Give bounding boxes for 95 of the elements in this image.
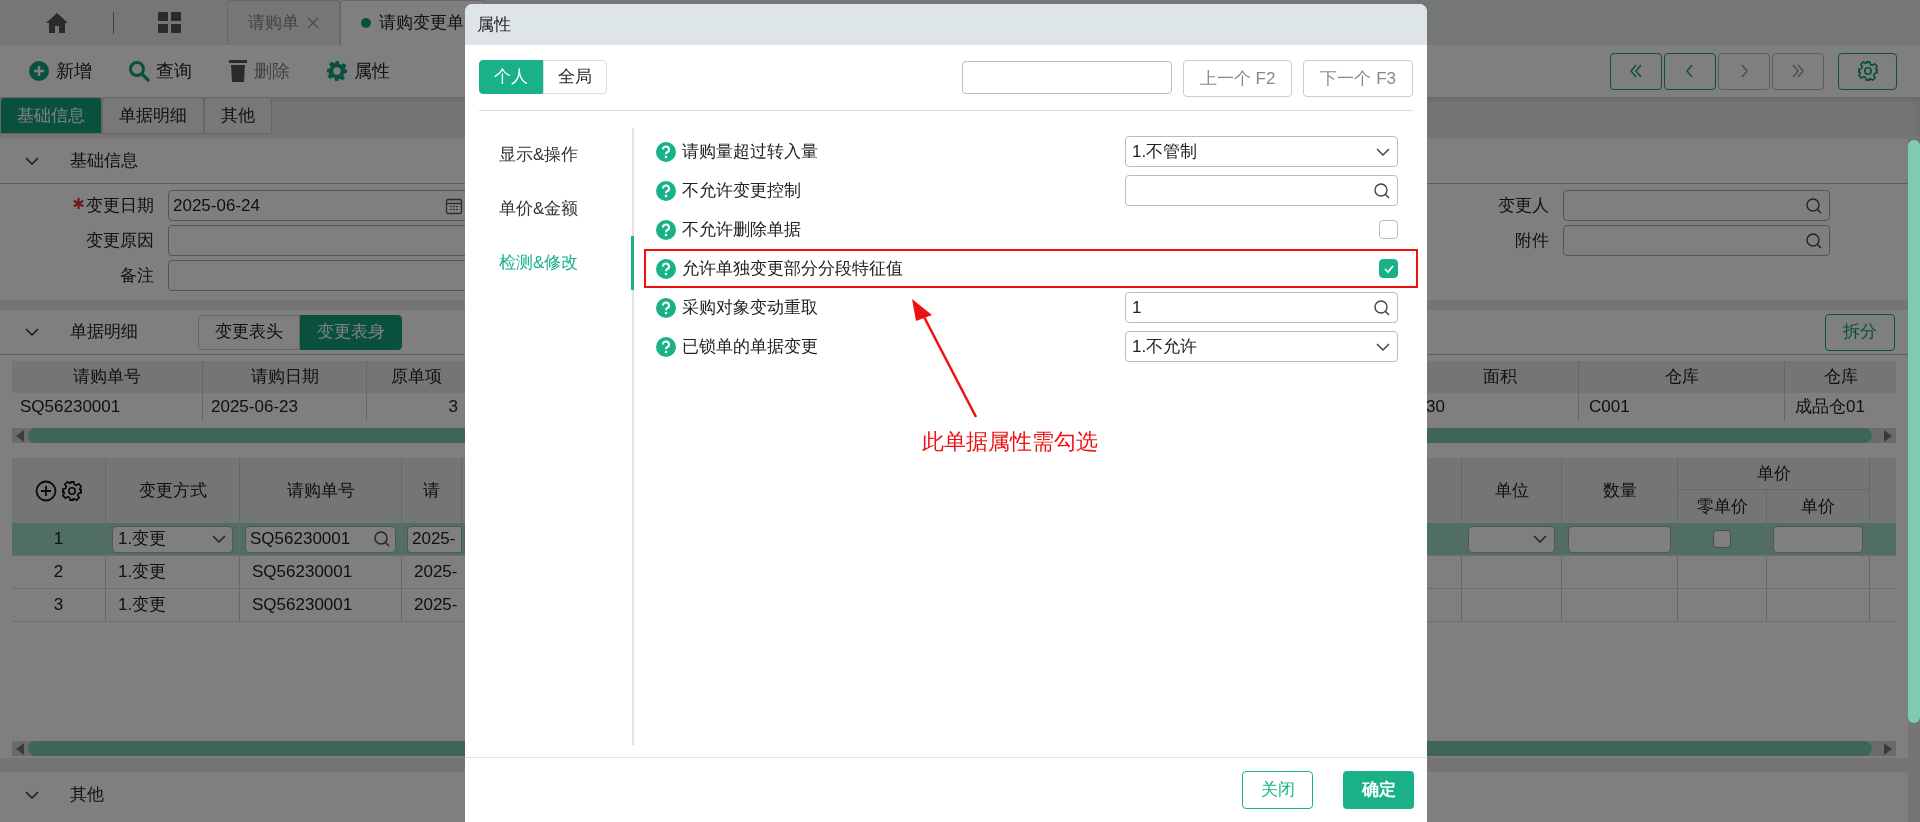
table-cell: 1.变更: [106, 589, 240, 621]
search-icon[interactable]: [1805, 231, 1823, 250]
annotation-text: 此单据属性需勾选: [922, 428, 1098, 456]
add-row-icon[interactable]: [34, 479, 57, 502]
help-icon[interactable]: [656, 258, 676, 279]
table-cell: SQ56230001: [12, 393, 203, 421]
chevron-icon: [1375, 341, 1391, 352]
field-label: 变更人: [1497, 194, 1550, 217]
help-icon[interactable]: [656, 141, 676, 162]
dropdown-field[interactable]: [1468, 525, 1555, 553]
dropdown-field[interactable]: 1.不管制: [1125, 136, 1398, 167]
checkbox[interactable]: [1713, 530, 1731, 548]
scope-tab[interactable]: 全局: [543, 60, 607, 94]
calendar-icon[interactable]: [445, 196, 463, 215]
input-field[interactable]: [168, 225, 468, 256]
lookup-field[interactable]: SQ56230001: [245, 525, 396, 553]
field-label: 附件: [1514, 229, 1550, 252]
row-number: 3: [12, 589, 106, 621]
section-title: 基础信息: [70, 150, 138, 173]
lookup-field[interactable]: [1563, 225, 1830, 256]
help-icon[interactable]: [656, 180, 676, 201]
table-cell: SQ56230001: [240, 589, 402, 621]
lookup-field[interactable]: [1125, 175, 1398, 206]
form-tab[interactable]: 单据明细: [102, 97, 204, 134]
table-cell: SQ56230001: [240, 556, 402, 588]
column-header: 单价: [1800, 495, 1836, 518]
toolbar-button[interactable]: 新增: [28, 57, 92, 85]
scope-tab[interactable]: 个人: [479, 60, 543, 94]
view-tab[interactable]: 变更表头: [198, 314, 300, 350]
gear-icon: [326, 60, 348, 82]
double-chevron-button[interactable]: [1610, 52, 1662, 90]
setting-label: 允许单独变更部分分段特征值: [682, 257, 904, 280]
toolbar-button[interactable]: 查询: [128, 57, 192, 85]
home-icon[interactable]: [45, 11, 69, 34]
gear-icon[interactable]: [60, 479, 83, 502]
input-field[interactable]: [1773, 525, 1863, 553]
search-icon: [1373, 298, 1391, 317]
field-label: 变更日期: [86, 194, 154, 217]
grid-icon[interactable]: [158, 11, 182, 34]
table-cell: 2025-06-23: [203, 393, 367, 421]
asterisk-icon: [73, 198, 84, 209]
field-label: 变更原因: [86, 229, 154, 252]
lookup-field[interactable]: 1: [1125, 292, 1398, 323]
row-number: 1: [12, 523, 106, 555]
close-icon[interactable]: [307, 17, 319, 29]
dropdown-field[interactable]: 1.不允许: [1125, 331, 1398, 362]
input-field[interactable]: [1568, 525, 1671, 553]
field-label: 备注: [120, 264, 154, 287]
column-header: 单价: [1678, 458, 1869, 490]
table-cell-text: 2025-: [413, 594, 459, 617]
section-title: 其他: [70, 783, 104, 806]
close-button[interactable]: 关闭: [1242, 771, 1313, 809]
setting-label: 不允许删除单据: [682, 218, 802, 241]
lookup-field[interactable]: [1563, 190, 1830, 221]
form-tab[interactable]: 其他: [204, 97, 272, 134]
section-title: 单据明细: [70, 321, 138, 344]
table-cell: 1.变更: [106, 556, 240, 588]
chevron-icon: [1375, 146, 1391, 157]
category-tab[interactable]: 检测&修改: [479, 236, 634, 290]
chevron-icon: [211, 534, 227, 544]
dropdown-field[interactable]: 1.变更: [112, 525, 233, 553]
previous-button[interactable]: 上一个 F2: [1182, 60, 1293, 97]
search-icon: [373, 530, 391, 548]
search-icon[interactable]: [1805, 196, 1823, 215]
setting-label: 采购对象变动重取: [682, 296, 819, 319]
chevron-icon: [1532, 534, 1548, 544]
checkbox[interactable]: [1379, 259, 1398, 278]
chevron-button[interactable]: [1664, 52, 1716, 90]
date-field[interactable]: 2025-06-24: [168, 190, 468, 221]
search-icon: [1373, 181, 1391, 200]
gear-icon: [1856, 60, 1879, 82]
vertical-scrollbar[interactable]: [1908, 140, 1920, 723]
next-button[interactable]: 下一个 F3: [1303, 60, 1413, 97]
table-cell-text: 2025-: [413, 561, 459, 584]
table-cell: C001: [1578, 393, 1784, 421]
help-icon[interactable]: [656, 297, 676, 318]
settings-button[interactable]: [1838, 52, 1897, 90]
table-cell: 成品仓01: [1784, 393, 1896, 421]
help-icon[interactable]: [656, 219, 676, 240]
row-number: 2: [12, 556, 106, 588]
search-field[interactable]: [961, 61, 1172, 94]
checkbox[interactable]: [1379, 220, 1398, 239]
setting-label: 不允许变更控制: [682, 179, 802, 202]
help-icon[interactable]: [656, 336, 676, 357]
date-field[interactable]: 2025-: [407, 525, 462, 553]
input-field[interactable]: [168, 260, 468, 291]
setting-label: 请购量超过转入量: [682, 140, 819, 163]
category-tab[interactable]: 显示&操作: [479, 128, 634, 182]
toolbar-button[interactable]: 属性: [326, 57, 390, 85]
search-icon: [128, 60, 150, 82]
plus-icon: [28, 60, 50, 82]
trash-icon: [228, 59, 248, 83]
setting-label: 已锁单的单据变更: [682, 335, 819, 358]
confirm-button[interactable]: 确定: [1343, 771, 1414, 809]
category-tab[interactable]: 单价&金额: [479, 182, 634, 236]
